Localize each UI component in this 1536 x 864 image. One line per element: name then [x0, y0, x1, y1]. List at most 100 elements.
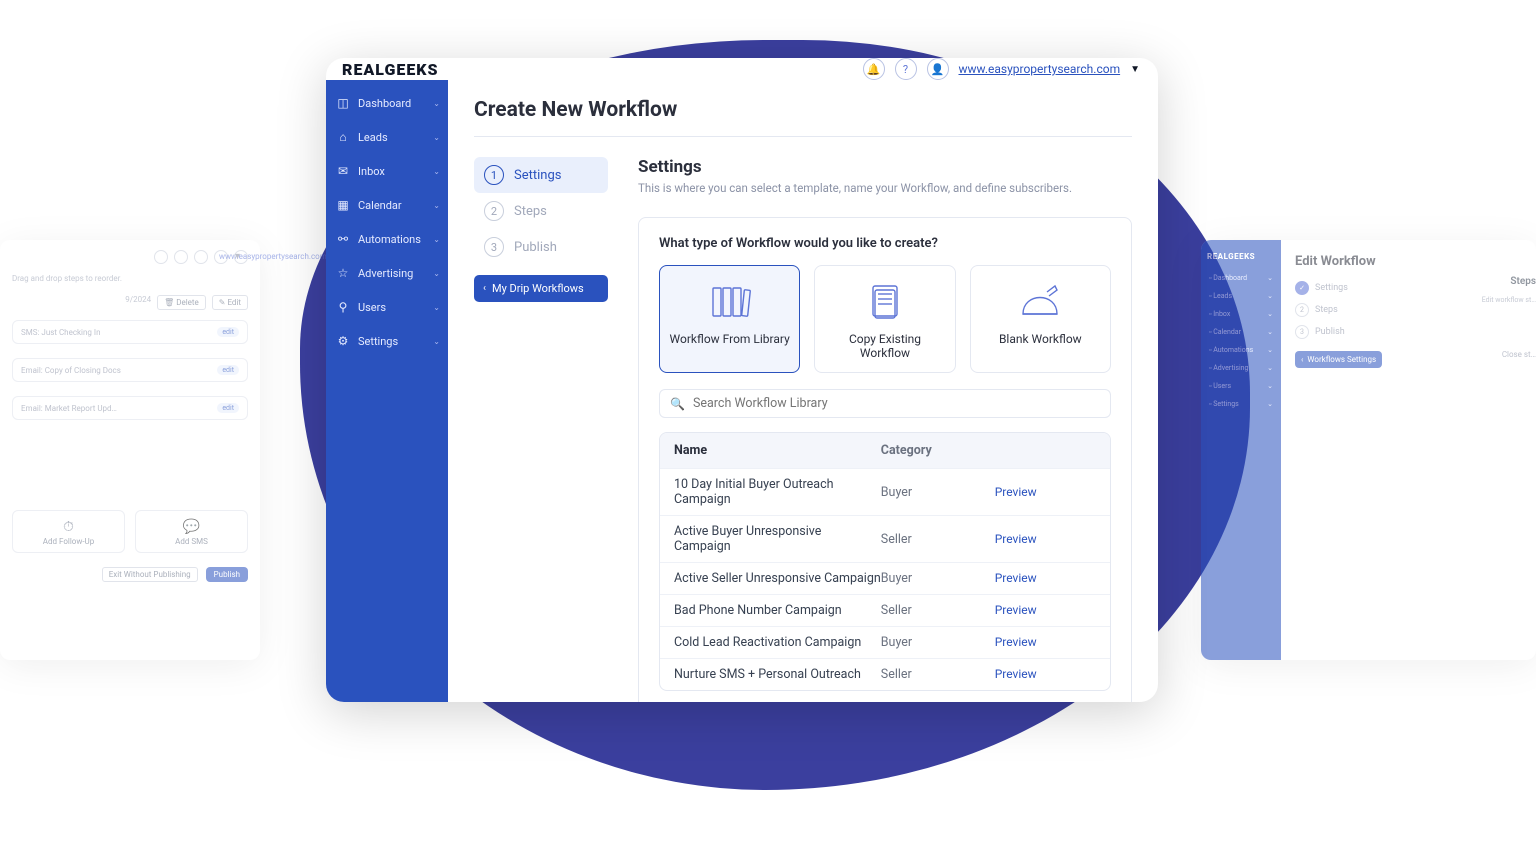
date-text: 9/2024 [125, 295, 151, 310]
sidebar-item-calendar[interactable]: ▦Calendar⌄ [326, 188, 448, 222]
type-icon [823, 280, 946, 324]
mini-step[interactable]: SMS: Just Checking Inedit [12, 320, 248, 344]
leads-icon: ⌂ [336, 130, 350, 144]
mini-sidebar-item[interactable]: ▫ Leads⌄ [1205, 287, 1277, 305]
mini-wizard-step[interactable]: 3Publish [1295, 325, 1536, 339]
chevron-down-icon[interactable]: ▼ [1130, 64, 1140, 75]
automations-icon: ⚯ [336, 232, 350, 246]
inbox-icon: ✉ [336, 164, 350, 178]
search-icon: 🔍 [670, 397, 685, 411]
url-chip: www.easypropertysearch.com [214, 250, 228, 264]
sidebar-item-users[interactable]: ⚲Users⌄ [326, 290, 448, 324]
mini-sidebar-item[interactable]: ▫ Automations⌄ [1205, 341, 1277, 359]
chevron-down-icon: ⌄ [433, 303, 440, 312]
mini-sidebar-item[interactable]: ▫ Users⌄ [1205, 377, 1277, 395]
preview-link[interactable]: Preview [995, 571, 1037, 585]
table-row: Active Buyer Unresponsive CampaignSeller… [660, 515, 1110, 562]
add-followup-button[interactable]: ⏱Add Follow-Up [12, 510, 125, 553]
sidebar-item-inbox[interactable]: ✉Inbox⌄ [326, 154, 448, 188]
steps-col-close: Close st… [1502, 350, 1536, 359]
chevron-down-icon: ⌄ [433, 133, 440, 142]
table-row: Bad Phone Number CampaignSellerPreview [660, 594, 1110, 626]
bell-icon [154, 250, 168, 264]
preview-link[interactable]: Preview [995, 603, 1037, 617]
bell-icon[interactable]: 🔔 [863, 58, 885, 80]
preview-link[interactable]: Preview [995, 532, 1037, 546]
wizard-step-steps[interactable]: 2Steps [474, 193, 608, 229]
workflow-type-card[interactable]: Workflow From Library [659, 265, 800, 373]
sidebar-item-settings[interactable]: ⚙Settings⌄ [326, 324, 448, 358]
preview-link[interactable]: Preview [995, 667, 1037, 681]
table-row: Nurture SMS + Personal OutreachSellerPre… [660, 658, 1110, 690]
publish-button[interactable]: Publish [206, 567, 248, 582]
workflows-settings-back[interactable]: ‹ Workflows Settings [1295, 351, 1382, 368]
section-description: This is where you can select a template,… [638, 181, 1132, 195]
help-icon [174, 250, 188, 264]
mini-sidebar-item[interactable]: ▫ Inbox⌄ [1205, 305, 1277, 323]
mini-step[interactable]: Email: Market Report Upd…edit [12, 396, 248, 420]
mini-sidebar-item[interactable]: ▫ Dashboard⌄ [1205, 269, 1277, 287]
table-row: Cold Lead Reactivation CampaignBuyerPrev… [660, 626, 1110, 658]
background-card-left: www.easypropertysearch.com ▾ Drag and dr… [0, 240, 260, 660]
table-row: 10 Day Initial Buyer Outreach CampaignBu… [660, 468, 1110, 515]
workflow-type-card[interactable]: Blank Workflow [970, 265, 1111, 373]
edit-button[interactable]: ✎ Edit [212, 295, 248, 310]
sidebar-item-advertising[interactable]: ☆Advertising⌄ [326, 256, 448, 290]
background-card-right: REALGEEKS ▫ Dashboard⌄▫ Leads⌄▫ Inbox⌄▫ … [1201, 240, 1536, 660]
add-sms-button[interactable]: 💬Add SMS [135, 510, 248, 553]
advertising-icon: ☆ [336, 266, 350, 280]
exit-button[interactable]: Exit Without Publishing [102, 567, 198, 582]
chevron-down-icon: ⌄ [433, 201, 440, 210]
wizard-step-settings[interactable]: 1Settings [474, 157, 608, 193]
sidebar-item-dashboard[interactable]: ◫Dashboard⌄ [326, 86, 448, 120]
site-url-link[interactable]: www.easypropertysearch.com [959, 62, 1121, 76]
table-header: Name Category [660, 433, 1110, 468]
wizard-steps: 1Settings2Steps3Publish ‹ My Drip Workfl… [474, 157, 608, 702]
settings-panel: What type of Workflow would you like to … [638, 217, 1132, 702]
top-bar: REALGEEKS 🔔 ? 👤 www.easypropertysearch.c… [326, 58, 1158, 80]
back-to-workflows[interactable]: ‹ My Drip Workflows [474, 275, 608, 302]
app-window: REALGEEKS 🔔 ? 👤 www.easypropertysearch.c… [326, 58, 1158, 702]
page-title: Create New Workflow [474, 98, 1132, 122]
preview-link[interactable]: Preview [995, 635, 1037, 649]
help-icon[interactable]: ? [895, 58, 917, 80]
chevron-down-icon: ⌄ [433, 337, 440, 346]
chevron-left-icon: ‹ [483, 283, 486, 294]
type-icon [668, 280, 791, 324]
wizard-step-publish[interactable]: 3Publish [474, 229, 608, 265]
mini-wizard-step[interactable]: ✓Settings [1295, 281, 1536, 295]
workflow-type-card[interactable]: Copy Existing Workflow [814, 265, 955, 373]
steps-col-sub: Edit workflow st… [1482, 296, 1536, 304]
dashboard-icon: ◫ [336, 96, 350, 110]
mini-sidebar-item[interactable]: ▫ Settings⌄ [1205, 395, 1277, 413]
mini-sidebar-item[interactable]: ▫ Advertising⌄ [1205, 359, 1277, 377]
sidebar-item-automations[interactable]: ⚯Automations⌄ [326, 222, 448, 256]
user-icon[interactable]: 👤 [927, 58, 949, 80]
chevron-down-icon: ⌄ [433, 235, 440, 244]
divider [474, 136, 1132, 137]
steps-col-title: Steps [1510, 276, 1536, 287]
mini-wizard-step[interactable]: 2Steps [1295, 303, 1536, 317]
chevron-down-icon: ⌄ [433, 269, 440, 278]
preview-link[interactable]: Preview [995, 485, 1037, 499]
user-icon [194, 250, 208, 264]
workflow-type-question: What type of Workflow would you like to … [659, 236, 1111, 251]
table-row: Active Seller Unresponsive CampaignBuyer… [660, 562, 1110, 594]
sidebar: ◫Dashboard⌄⌂Leads⌄✉Inbox⌄▦Calendar⌄⚯Auto… [326, 80, 448, 702]
chevron-down-icon: ⌄ [433, 99, 440, 108]
chevron-down-icon: ⌄ [433, 167, 440, 176]
users-icon: ⚲ [336, 300, 350, 314]
brand-logo: REALGEEKS [342, 60, 439, 79]
sidebar-item-leads[interactable]: ⌂Leads⌄ [326, 120, 448, 154]
mini-sidebar: REALGEEKS ▫ Dashboard⌄▫ Leads⌄▫ Inbox⌄▫ … [1201, 240, 1281, 660]
hint-text: Drag and drop steps to reorder. [12, 274, 248, 283]
type-icon [979, 280, 1102, 324]
settings-icon: ⚙ [336, 334, 350, 348]
mini-step[interactable]: Email: Copy of Closing Docsedit [12, 358, 248, 382]
workflow-library-table: Name Category 10 Day Initial Buyer Outre… [659, 432, 1111, 691]
mini-sidebar-item[interactable]: ▫ Calendar⌄ [1205, 323, 1277, 341]
delete-button[interactable]: 🗑 Delete [157, 295, 206, 310]
calendar-icon: ▦ [336, 198, 350, 212]
search-bar: 🔍 [659, 389, 1111, 418]
search-input[interactable] [693, 396, 1100, 411]
